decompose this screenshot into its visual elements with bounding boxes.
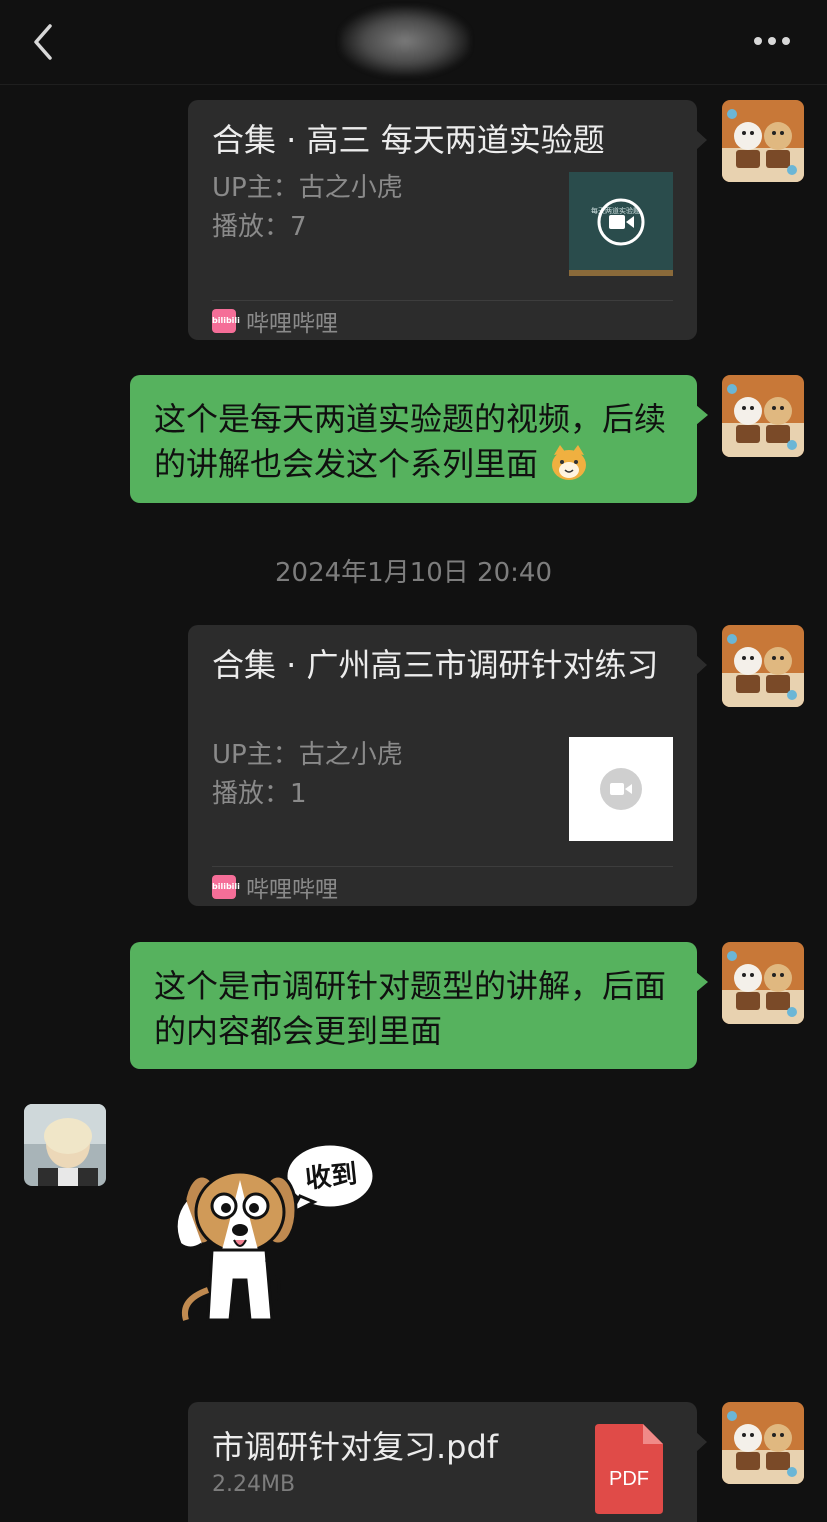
text-message-bubble[interactable]: 这个是市调研针对题型的讲解，后面的内容都会更到里面 [130,942,708,1069]
source-label: 哔哩哔哩 [246,877,338,903]
more-dots-icon [754,37,790,45]
bilibili-logo-icon: bilibili [212,309,240,333]
card-title: 合集 · 广州高三市调研针对练习 [212,646,659,684]
pdf-badge-label: PDF [609,1468,649,1490]
bilibili-logo-icon: bilibili [212,875,240,899]
video-camera-icon [600,768,642,810]
card-source: bilibili 哔哩哔哩 [212,872,338,903]
card-uploader: UP主：古之小虎 [212,173,403,203]
bear-avatar-icon [722,942,804,1024]
back-button[interactable] [28,20,64,64]
card-title: 合集 · 高三 每天两道实验题 [212,121,605,159]
file-message-card[interactable]: 市调研针对复习.pdf 2.24MB PDF [188,1402,707,1522]
self-avatar[interactable] [722,100,804,182]
self-avatar[interactable] [722,625,804,707]
self-avatar[interactable] [722,375,804,457]
self-avatar[interactable] [722,1402,804,1484]
message-text: 这个是市调研针对题型的讲解，后面的内容都会更到里面 [154,967,667,1050]
cat-face-icon [550,445,588,493]
file-size: 2.24MB [212,1472,296,1497]
source-label: 哔哩哔哩 [246,311,338,337]
bilibili-share-card[interactable]: 合集 · 高三 每天两道实验题 UP主：古之小虎 播放：7 每天两道实验题 bi… [188,100,707,340]
video-camera-icon [597,198,645,246]
card-pointer [696,655,707,675]
bear-avatar-icon [722,100,804,182]
chevron-left-icon [34,24,52,60]
contact-avatar[interactable] [24,1104,106,1186]
card-uploader: UP主：古之小虎 [212,740,403,770]
timestamp: 2024年1月10日 20:40 [275,558,552,588]
person-photo-avatar-icon [24,1104,106,1186]
card-divider [212,300,673,301]
card-source: bilibili 哔哩哔哩 [212,306,338,337]
bear-avatar-icon [722,625,804,707]
chat-title-blurred [340,6,470,76]
pdf-file-icon: PDF [595,1424,663,1514]
card-pointer [696,130,707,150]
bubble-pointer [696,972,708,992]
card-plays: 播放：1 [212,779,307,809]
self-avatar[interactable] [722,942,804,1024]
bilibili-share-card[interactable]: 合集 · 广州高三市调研针对练习 UP主：古之小虎 播放：1 bilibili … [188,625,707,906]
more-button[interactable] [748,26,796,56]
card-divider [212,866,673,867]
chat-header [0,0,827,85]
dog-sticker[interactable]: 收到 [150,1140,390,1340]
text-message-bubble[interactable]: 这个是每天两道实验题的视频，后续的讲解也会发这个系列里面 [130,375,708,503]
bubble-pointer [696,405,708,425]
bear-avatar-icon [722,375,804,457]
card-pointer [696,1432,707,1452]
video-thumbnail [569,737,673,841]
chat-screen: 合集 · 高三 每天两道实验题 UP主：古之小虎 播放：7 每天两道实验题 bi… [0,0,827,1522]
sticker-speech-text: 收到 [303,1159,359,1195]
card-plays: 播放：7 [212,212,307,242]
video-thumbnail: 每天两道实验题 [569,172,673,276]
message-text: 这个是每天两道实验题的视频，后续的讲解也会发这个系列里面 [154,400,667,483]
bear-avatar-icon [722,1402,804,1484]
file-name: 市调研针对复习.pdf [212,1428,499,1466]
